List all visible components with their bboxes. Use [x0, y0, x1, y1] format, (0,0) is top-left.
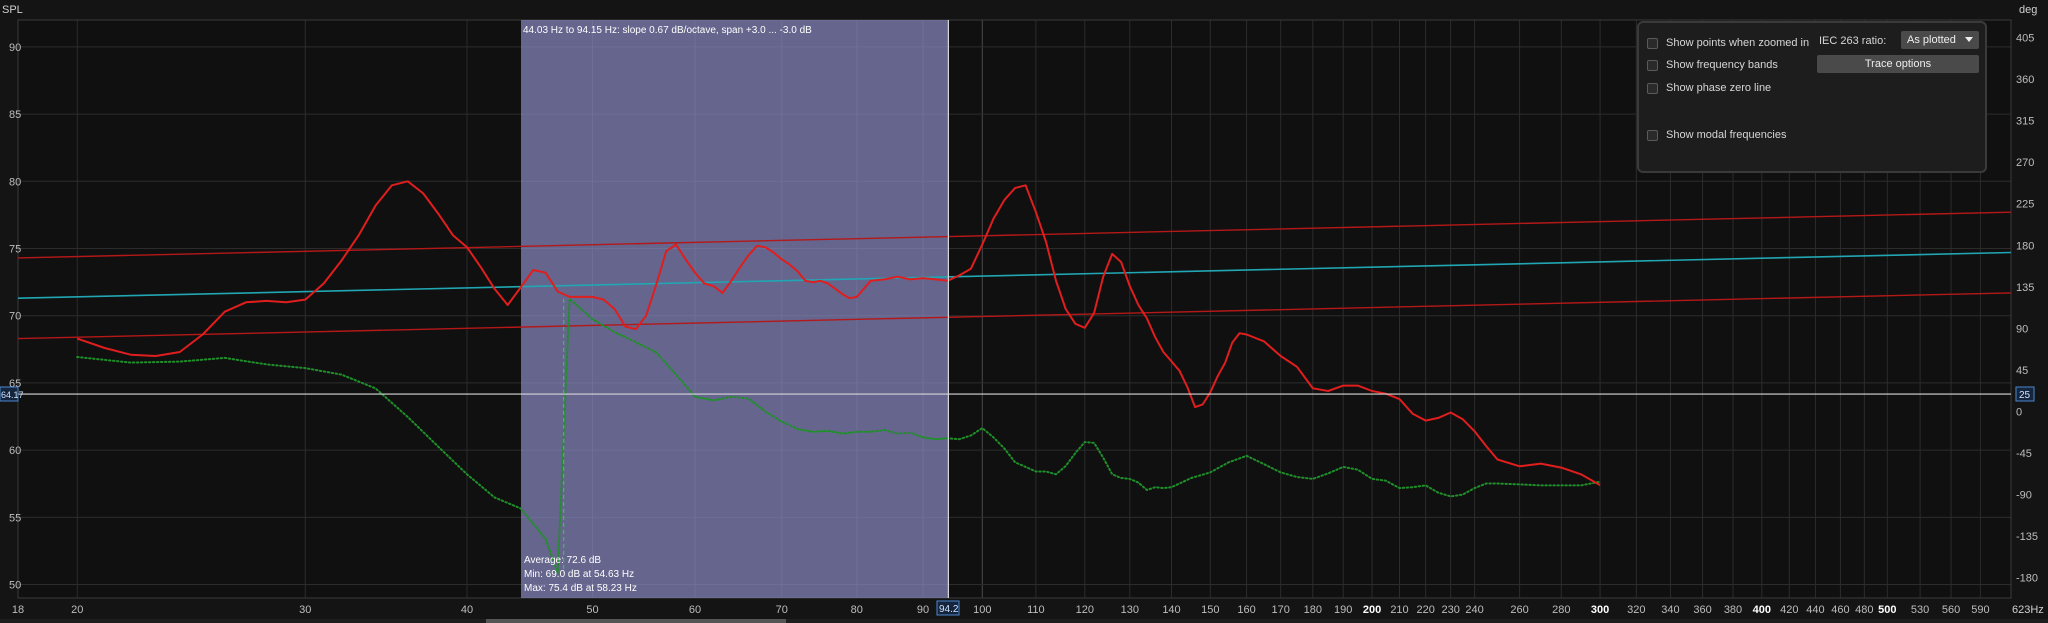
left-tick-label: 85 — [9, 109, 21, 121]
chevron-down-icon — [1965, 37, 1973, 42]
x-tick-label: 420 — [1780, 604, 1798, 616]
x-tick-label: 280 — [1552, 604, 1570, 616]
selection-max: Max: 75.4 dB at 58.23 Hz — [524, 583, 637, 594]
x-tick-label: 380 — [1724, 604, 1742, 616]
x-tick-label: 180 — [1304, 604, 1322, 616]
show-frequency-bands-label: Show frequency bands — [1666, 59, 1778, 71]
x-tick-label: 18 — [12, 604, 24, 616]
show-phase-zero-option[interactable]: Show phase zero line — [1647, 80, 1771, 96]
right-tick-label: 180 — [2016, 240, 2034, 252]
show-modal-option[interactable]: Show modal frequencies — [1647, 127, 1786, 143]
graph-options-panel: Show points when zoomed in Show frequenc… — [1637, 21, 1987, 173]
x-tick-label: 90 — [917, 604, 929, 616]
right-tick-label: 360 — [2016, 74, 2034, 86]
x-tick-label: 30 — [299, 604, 311, 616]
x-tick-label: 140 — [1162, 604, 1180, 616]
right-tick-label: 90 — [2016, 323, 2028, 335]
x-tick-label: 230 — [1441, 604, 1459, 616]
show-points-option[interactable]: Show points when zoomed in — [1647, 35, 1809, 51]
trace-options-button[interactable]: Trace options — [1817, 55, 1979, 73]
left-tick-label: 80 — [9, 176, 21, 188]
x-tick-label: 480 — [1855, 604, 1873, 616]
x-tick-label: 160 — [1237, 604, 1255, 616]
right-axis-unit: deg — [2019, 4, 2037, 16]
selection-header: 44.03 Hz to 94.15 Hz: slope 0.67 dB/octa… — [523, 25, 812, 36]
x-tick-label: 560 — [1942, 604, 1960, 616]
iec-ratio-value: As plotted — [1907, 34, 1956, 46]
show-frequency-bands-option[interactable]: Show frequency bands — [1647, 57, 1778, 73]
x-tick-label: 70 — [776, 604, 788, 616]
cursor-right-readout: 25 — [2015, 386, 2035, 402]
x-tick-label: 400 — [1753, 604, 1771, 616]
right-tick-label: 315 — [2016, 116, 2034, 128]
selection-min: Min: 69.0 dB at 54.63 Hz — [524, 569, 634, 580]
show-points-checkbox[interactable] — [1647, 37, 1658, 49]
x-tick-label: 440 — [1806, 604, 1824, 616]
x-tick-label: 340 — [1661, 604, 1679, 616]
left-tick-label: 50 — [9, 580, 21, 592]
x-tick-label: 240 — [1465, 604, 1483, 616]
x-tick-label: 50 — [586, 604, 598, 616]
x-tick-label: 360 — [1693, 604, 1711, 616]
show-modal-label: Show modal frequencies — [1666, 129, 1787, 141]
right-tick-label: 270 — [2016, 157, 2034, 169]
right-tick-label: 135 — [2016, 282, 2034, 294]
left-tick-label: 55 — [9, 512, 21, 524]
right-tick-label: 0 — [2016, 406, 2022, 418]
x-tick-label: 20 — [71, 604, 83, 616]
x-tick-label: 150 — [1201, 604, 1219, 616]
left-tick-label: 90 — [9, 42, 21, 54]
x-tick-label: 210 — [1390, 604, 1408, 616]
show-phase-zero-label: Show phase zero line — [1666, 82, 1772, 94]
x-tick-label: 300 — [1591, 604, 1609, 616]
iec-ratio-label: IEC 263 ratio: — [1819, 35, 1887, 47]
selection-region[interactable] — [521, 20, 949, 598]
left-tick-label: 75 — [9, 244, 21, 256]
x-tick-label: 320 — [1627, 604, 1645, 616]
right-tick-label: 405 — [2016, 33, 2034, 45]
cursor-x-readout: 94.2 — [936, 600, 960, 616]
right-tick-label: -45 — [2016, 448, 2032, 460]
left-tick-label: 70 — [9, 311, 21, 323]
x-tick-label: 110 — [1027, 604, 1045, 616]
left-axis-unit: SPL — [2, 4, 23, 16]
x-tick-label: 190 — [1334, 604, 1352, 616]
x-tick-label: 500 — [1878, 604, 1896, 616]
right-tick-label: 225 — [2016, 199, 2034, 211]
x-end-label: 623Hz — [2012, 604, 2044, 616]
show-frequency-bands-checkbox[interactable] — [1647, 59, 1658, 71]
x-tick-label: 460 — [1831, 604, 1849, 616]
iec-ratio-select[interactable]: As plotted — [1901, 31, 1979, 49]
right-tick-label: -135 — [2016, 531, 2038, 543]
x-tick-label: 590 — [1971, 604, 1989, 616]
x-tick-label: 60 — [689, 604, 701, 616]
right-tick-label: -90 — [2016, 490, 2032, 502]
show-points-label: Show points when zoomed in — [1666, 37, 1810, 49]
horizontal-scrollbar[interactable] — [0, 619, 2048, 623]
left-tick-label: 60 — [9, 445, 21, 457]
x-tick-label: 170 — [1271, 604, 1289, 616]
x-tick-label: 100 — [973, 604, 991, 616]
x-tick-label: 40 — [461, 604, 473, 616]
right-tick-label: -180 — [2016, 573, 2038, 585]
right-tick-label: 45 — [2016, 365, 2028, 377]
selection-average: Average: 72.6 dB — [524, 555, 601, 566]
svg-text:64.17: 64.17 — [1, 390, 24, 400]
scrollbar-thumb[interactable] — [486, 619, 786, 623]
cursor-left-readout: 64.17 — [0, 386, 24, 402]
svg-text:25: 25 — [2019, 390, 2031, 401]
x-tick-label: 200 — [1363, 604, 1381, 616]
x-tick-label: 260 — [1510, 604, 1528, 616]
show-modal-checkbox[interactable] — [1647, 129, 1658, 141]
x-tick-label: 120 — [1076, 604, 1094, 616]
svg-text:94.2: 94.2 — [939, 604, 959, 615]
x-tick-label: 220 — [1416, 604, 1434, 616]
x-tick-label: 530 — [1911, 604, 1929, 616]
show-phase-zero-checkbox[interactable] — [1647, 82, 1658, 94]
x-tick-label: 130 — [1121, 604, 1139, 616]
x-tick-label: 80 — [851, 604, 863, 616]
